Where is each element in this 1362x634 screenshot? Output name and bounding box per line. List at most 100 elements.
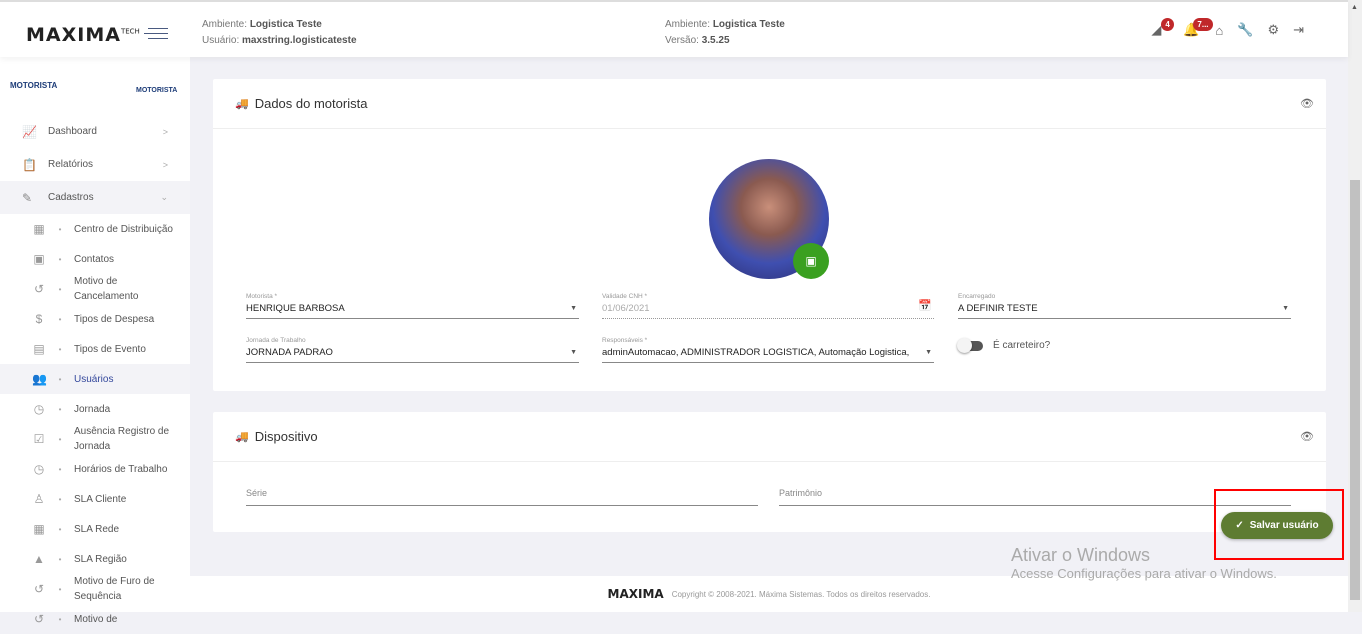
sidebar-subitem[interactable]: ▦ • SLA Rede	[0, 514, 190, 544]
jornada-select[interactable]: Jornada de Trabalho JORNADA PADRAO ▼	[246, 337, 579, 363]
encarregado-select[interactable]: Encarregado A DEFINIR TESTE ▼	[958, 293, 1291, 319]
sidebar-subitem[interactable]: $ • Tipos de Despesa	[0, 304, 190, 334]
menu-item-icon: ▦	[33, 221, 45, 236]
sidebar-subitem[interactable]: ◷ • Horários de Trabalho	[0, 454, 190, 484]
truck-icon: 🚚	[235, 98, 249, 110]
sidebar-subitem[interactable]: ◷ • Jornada	[0, 394, 190, 424]
bullet: •	[58, 254, 62, 264]
menu-item-icon: ♙	[33, 491, 45, 506]
subitem-label: Jornada	[74, 403, 111, 415]
chevron-down-icon: ⌄	[160, 192, 168, 202]
sidebar-subitem[interactable]: ▤ • Tipos de Evento	[0, 334, 190, 364]
sidebar-subitem[interactable]: 👥 • Usuários	[0, 364, 190, 394]
responsaveis-select[interactable]: Responsáveis * adminAutomacao, ADMINISTRA…	[602, 337, 934, 363]
hide-eye-icon[interactable]: 👁	[1300, 430, 1314, 443]
env-value: Logistica Teste	[712, 19, 785, 30]
toggle-label: É carreteiro?	[993, 340, 1051, 351]
subitem-label: Tipos de Despesa	[74, 313, 155, 325]
gear-icon[interactable]: ⚙	[1267, 22, 1279, 38]
bullet: •	[58, 464, 62, 474]
sidebar-subitem[interactable]: ▣ • Contatos	[0, 244, 190, 274]
menu-item-icon: ↺	[33, 281, 45, 296]
subitem-label: Motivo de Cancelamento	[74, 276, 139, 302]
serie-input[interactable]: Série	[246, 488, 758, 506]
subitem-label: Tipos de Evento	[74, 343, 146, 355]
scroll-up-icon[interactable]: ▲	[1351, 4, 1358, 11]
carreteiro-toggle[interactable]: É carreteiro?	[957, 337, 1051, 353]
watermark-subtitle: Acesse Configurações para ativar o Windo…	[1011, 566, 1277, 581]
calendar-icon[interactable]: 📅	[918, 299, 932, 312]
notification-icon[interactable]: ◢ 4	[1151, 18, 1174, 38]
sidebar-item-relatorios[interactable]: 📋 Relatórios >	[0, 148, 190, 181]
sidebar-subitem[interactable]: ☑ • Ausência Registro de Jornada	[0, 424, 190, 454]
version-value: 3.5.25	[701, 35, 730, 46]
sidebar-subitem[interactable]: ↺ • Motivo de Furo de Sequência	[0, 574, 190, 604]
clipboard-icon: 📋	[22, 157, 37, 172]
copyright-text: Copyright © 2008-2021. Máxima Sistemas. …	[671, 589, 931, 599]
bullet: •	[58, 284, 62, 294]
scrollbar[interactable]: ▲	[1348, 0, 1362, 612]
bullet: •	[58, 404, 62, 414]
sidebar-item-cadastros[interactable]: ✎ Cadastros ⌄	[0, 181, 190, 214]
dropdown-icon: ▼	[570, 349, 577, 356]
maxima-logo[interactable]: MAXIMATECH	[26, 24, 140, 46]
sidebar-subitem[interactable]: ♙ • SLA Cliente	[0, 484, 190, 514]
change-photo-icon[interactable]: ▣	[793, 243, 829, 279]
bell-icon[interactable]: 🔔 7...	[1183, 18, 1213, 38]
field-value: HENRIQUE BARBOSA	[246, 303, 345, 314]
footer: MAXIMA Copyright © 2008-2021. Máxima Sist…	[190, 576, 1348, 612]
menu-item-icon: ▤	[33, 341, 45, 356]
logout-icon[interactable]: ⇥	[1293, 22, 1304, 38]
footer-logo: MAXIMA	[607, 587, 664, 601]
field-label: Motorista *	[246, 293, 278, 300]
sidebar-logos: MOTORISTA MOTORISTA	[0, 57, 190, 115]
wrench-icon[interactable]: 🔧	[1237, 22, 1253, 38]
nav-label: Relatórios	[48, 159, 94, 170]
menu-item-icon: 👥	[32, 371, 47, 386]
home-icon[interactable]: ⌂	[1215, 23, 1223, 38]
field-value: A DEFINIR TESTE	[958, 303, 1038, 314]
chevron-right-icon: >	[162, 159, 168, 170]
menu-toggle-icon[interactable]	[144, 28, 168, 43]
bullet: •	[58, 524, 62, 534]
bullet: •	[58, 584, 62, 594]
device-card: 🚚 Dispositivo 👁 Série Patrimônio	[213, 412, 1326, 532]
menu-item-icon: ▲	[33, 551, 45, 566]
user-label: Usuário:	[202, 35, 240, 46]
logo-sup: TECH	[120, 27, 140, 36]
scrollbar-thumb[interactable]	[1350, 180, 1360, 600]
sidebar-item-dashboard[interactable]: 📈 Dashboard >	[0, 115, 190, 148]
card-title: Dados do motorista	[254, 96, 368, 111]
subitem-label: Centro de Distribuição	[74, 223, 173, 235]
subitem-label: Motivo de Furo de Sequência	[74, 576, 155, 602]
dropdown-icon: ▼	[1282, 305, 1289, 312]
sidebar-subitem[interactable]: ▦ • Centro de Distribuição	[0, 214, 190, 244]
field-value: 01/06/2021	[602, 303, 650, 314]
dropdown-icon: ▼	[925, 349, 932, 356]
motorista-select[interactable]: Motorista * HENRIQUE BARBOSA ▼	[246, 293, 579, 319]
bullet: •	[58, 314, 62, 324]
bell-badge: 7...	[1193, 18, 1213, 31]
chart-icon: 📈	[22, 124, 37, 139]
watermark-title: Ativar o Windows	[1011, 545, 1151, 565]
sidebar-subitem[interactable]: ▲ • SLA Região	[0, 544, 190, 574]
env-info: Ambiente: Logistica Teste Usuário: maxst…	[202, 17, 357, 49]
bullet: •	[58, 434, 62, 444]
toggle-switch[interactable]	[957, 337, 983, 353]
version-label: Versão:	[665, 35, 699, 46]
windows-activation-watermark: Ativar o Windows Acesse Configurações par…	[1011, 545, 1277, 581]
subitem-label: SLA Região	[74, 553, 127, 565]
bullet: •	[58, 224, 62, 234]
nav-label: Cadastros	[48, 192, 94, 203]
sidebar-subitem[interactable]: ↺ • Motivo de Cancelamento	[0, 274, 190, 304]
driver-card: 🚚 Dados do motorista 👁 ▣ Motorista * HENRI…	[213, 79, 1326, 391]
max-motorista-logo-small: MOTORISTA	[136, 87, 178, 94]
field-value: adminAutomacao, ADMINISTRADOR LOGISTICA,…	[602, 347, 912, 358]
user-value: maxstring.logisticateste	[242, 35, 357, 46]
subitem-label: SLA Rede	[74, 523, 120, 535]
hide-eye-icon[interactable]: 👁	[1300, 97, 1314, 110]
chevron-right-icon: >	[162, 126, 168, 137]
cnh-date-field[interactable]: Validade CNH * 01/06/2021 📅	[602, 293, 934, 319]
bullet: •	[58, 554, 62, 564]
sidebar-subitem[interactable]: ↺ • Motivo de	[0, 604, 190, 634]
